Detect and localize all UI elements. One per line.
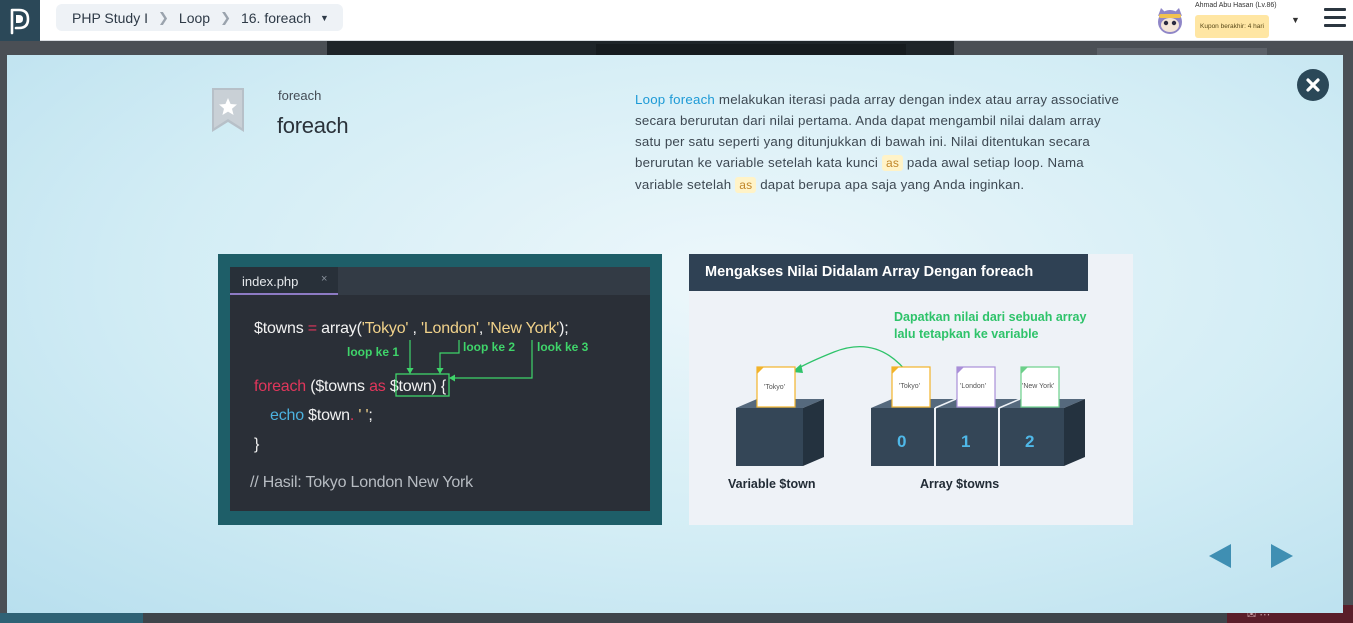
chevron-right-icon: ❯ [158,9,169,25]
background-footer [0,613,1353,623]
inline-code: as [735,177,757,193]
coupon-badge: Kupon berakhir: 4 hari [1195,15,1269,38]
user-name[interactable]: Ahmad Abu Hasan (Lv.86) [1195,2,1277,9]
loop-label-1: loop ke 1 [347,345,400,359]
breadcrumb: PHP Study I ❯ Loop ❯ 16. foreach ▼ [56,4,343,31]
caret-down-icon[interactable]: ▼ [1291,15,1300,25]
hamburger-menu-icon[interactable] [1324,8,1346,28]
card-text: 'New York' [1022,383,1055,390]
caret-down-icon[interactable]: ▼ [320,13,329,23]
inline-code: as [881,155,904,171]
avatar[interactable] [1155,6,1185,36]
code-editor: index.php × $towns = array('Tokyo' , 'Lo… [230,267,650,511]
lesson-subtitle: foreach [278,88,322,103]
array-index: 0 [897,432,907,451]
user-menu[interactable]: Ahmad Abu Hasan (Lv.86) Kupon berakhir: … [1155,2,1315,40]
array-diagram-image: Mengakses Nilai Didalam Array Dengan for… [689,254,1133,525]
loop-annotation-arrows [395,340,533,397]
close-button[interactable] [1297,69,1329,101]
background-panel [1097,48,1267,55]
description-highlight: Loop foreach [635,92,716,107]
logo-icon[interactable] [0,0,40,41]
previous-arrow-icon[interactable] [1207,543,1233,569]
bookmark-icon[interactable] [212,88,244,132]
code-example-image: index.php × $towns = array('Tokyo' , 'Lo… [218,254,662,525]
background-video-control [596,44,906,55]
top-bar: PHP Study I ❯ Loop ❯ 16. foreach ▼ Ahmad… [0,0,1353,41]
lesson-title: foreach [277,113,349,138]
loop-label-2: loop ke 2 [463,340,516,354]
lesson-slide-modal: foreach foreach Loop foreach melakukan i… [7,55,1343,613]
lesson-description: Loop foreach melakukan iterasi pada arra… [635,89,1125,196]
loop-label-3: look ke 3 [537,340,589,354]
breadcrumb-chapter[interactable]: Loop [179,10,210,26]
card-text: 'London' [960,383,987,390]
description-text: dapat berupa apa saja yang Anda inginkan… [756,177,1025,192]
array-label: Array $towns [920,477,1000,491]
card-text: 'Tokyo' [899,383,920,390]
array-index: 2 [1025,432,1035,451]
close-icon [1306,78,1320,92]
variable-label: Variable $town [728,477,816,491]
background-footer-left [0,613,143,623]
variable-box [736,399,824,466]
chevron-right-icon: ❯ [220,9,231,25]
breadcrumb-course[interactable]: PHP Study I [72,10,148,26]
array-index: 1 [961,432,971,451]
card-text: 'Tokyo' [764,384,785,391]
next-arrow-icon[interactable] [1269,543,1295,569]
breadcrumb-lesson[interactable]: 16. foreach [241,10,311,26]
